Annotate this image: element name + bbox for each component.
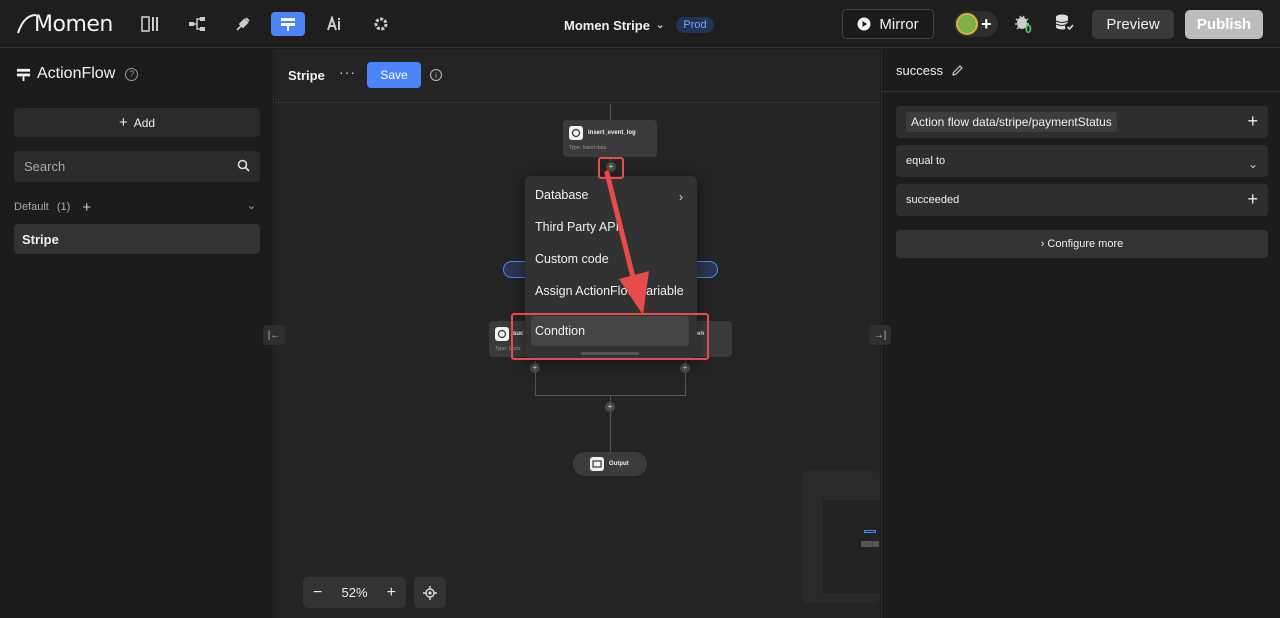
momen-logo[interactable]: Momen xyxy=(16,10,113,38)
operator-value: equal to xyxy=(906,155,946,167)
help-icon[interactable]: ? xyxy=(125,67,139,81)
minimap-node xyxy=(861,541,879,547)
publish-button[interactable]: Publish xyxy=(1185,10,1263,39)
operator-select[interactable]: equal to ⌄ xyxy=(896,145,1268,177)
play-icon xyxy=(857,17,871,31)
env-badge[interactable]: Prod xyxy=(676,17,714,33)
group-default[interactable]: Default (1) + ⌄ xyxy=(14,199,260,216)
flow-title: Stripe xyxy=(288,68,325,83)
sidebar-item-stripe[interactable]: Stripe xyxy=(14,224,260,254)
annotation-arrow-icon xyxy=(604,170,649,315)
collaborators[interactable]: + xyxy=(954,11,998,37)
node-logic-icon xyxy=(569,126,583,140)
add-collaborator-icon[interactable]: + xyxy=(981,13,992,35)
database-status-icon[interactable] xyxy=(1054,13,1076,38)
collapse-right-panel-icon[interactable]: →| xyxy=(869,325,891,345)
sidebar-item-label: Stripe xyxy=(22,231,59,247)
project-name: Momen Stripe xyxy=(564,17,650,33)
recenter-icon[interactable] xyxy=(414,577,446,608)
search-placeholder: Search xyxy=(24,159,66,174)
add-label: Add xyxy=(133,115,156,130)
group-label: Default xyxy=(14,201,49,213)
node-insert-event-log[interactable]: insert_event_log Type: Insert data xyxy=(563,120,657,157)
plug-icon[interactable] xyxy=(226,12,260,36)
sidebar-title: ActionFlow ? xyxy=(16,65,139,83)
mirror-label: Mirror xyxy=(879,15,919,33)
node-logic-icon xyxy=(495,327,509,341)
plus-icon: + xyxy=(118,114,128,131)
chevron-right-icon: › xyxy=(679,190,683,204)
actionflow-sidebar: ActionFlow ? + Add Search Default (1) + … xyxy=(0,49,274,618)
sidebar-title-text: ActionFlow xyxy=(37,65,116,82)
condition-source-field[interactable]: Action flow data/stripe/paymentStatus + xyxy=(896,106,1268,138)
add-group-item-icon[interactable]: + xyxy=(82,199,91,216)
preview-button[interactable]: Preview xyxy=(1092,10,1174,39)
info-icon[interactable]: i xyxy=(430,69,442,81)
node-output[interactable]: Output xyxy=(573,452,647,476)
node-type: Type: Insert data xyxy=(569,145,607,151)
plus-icon[interactable]: + xyxy=(1247,189,1258,209)
more-options-icon[interactable]: ··· xyxy=(339,64,356,80)
layout-icon[interactable] xyxy=(133,12,167,36)
minimap[interactable] xyxy=(802,471,880,603)
source-chip[interactable]: Action flow data/stripe/paymentStatus xyxy=(906,112,1117,132)
tree-icon[interactable] xyxy=(180,12,214,36)
actionflow-icon xyxy=(16,68,31,81)
zoom-value: 52% xyxy=(341,585,368,600)
edit-pencil-icon[interactable] xyxy=(951,64,964,77)
top-bar: Momen Momen Stripe ⌄ Prod Mirror + 0 Pre… xyxy=(0,0,1280,48)
add-actionflow-button[interactable]: + Add xyxy=(14,108,260,137)
add-node-plus[interactable]: + xyxy=(530,363,540,373)
panel-title-text: success xyxy=(896,63,943,78)
avatar[interactable] xyxy=(956,13,978,35)
zoom-control: − 52% + xyxy=(303,577,406,608)
canvas-header: Stripe ··· Save i xyxy=(275,49,880,103)
collapse-icon[interactable]: ⌄ xyxy=(247,199,256,212)
zoom-in-icon[interactable]: + xyxy=(387,584,396,602)
chevron-down-icon: ⌄ xyxy=(655,19,665,31)
node-name: Output xyxy=(609,461,629,467)
bug-count: 0 xyxy=(1025,22,1032,36)
mirror-button[interactable]: Mirror xyxy=(842,9,934,39)
plus-icon[interactable]: + xyxy=(1247,111,1258,131)
actionflow-icon[interactable] xyxy=(271,12,305,36)
project-selector[interactable]: Momen Stripe ⌄ Prod xyxy=(564,17,714,33)
ai-icon[interactable] xyxy=(318,12,352,36)
search-input[interactable]: Search xyxy=(14,151,260,182)
condition-config-panel: success Action flow data/stripe/paymentS… xyxy=(881,49,1280,618)
panel-title: success xyxy=(896,63,964,78)
collapse-left-panel-icon[interactable]: |← xyxy=(263,325,285,345)
zoom-out-icon[interactable]: − xyxy=(313,584,322,602)
connector-line xyxy=(610,104,611,120)
output-icon xyxy=(590,457,604,471)
flow-canvas[interactable]: Stripe ··· Save i insert_event_log Type:… xyxy=(275,49,880,618)
highlight-condition-box xyxy=(511,313,709,360)
compare-value: succeeded xyxy=(906,194,960,206)
configure-more-label: Configure more xyxy=(1047,238,1124,250)
node-name: insert_event_log xyxy=(588,130,636,136)
chevron-down-icon: ⌄ xyxy=(1247,157,1258,171)
menu-item-database[interactable]: Database xyxy=(535,188,589,202)
search-icon[interactable] xyxy=(237,159,250,172)
minimap-viewport[interactable] xyxy=(823,500,880,593)
chevron-right-icon: › xyxy=(1040,238,1045,250)
group-count: (1) xyxy=(56,201,71,213)
logo-text: Momen xyxy=(34,11,113,37)
compare-value-field[interactable]: succeeded + xyxy=(896,184,1268,216)
add-node-plus[interactable]: + xyxy=(680,363,690,373)
add-node-plus[interactable]: + xyxy=(605,402,615,412)
divider xyxy=(882,91,1280,92)
save-button[interactable]: Save xyxy=(367,62,421,88)
gear-icon[interactable] xyxy=(364,12,398,36)
minimap-node xyxy=(864,530,876,533)
configure-more-button[interactable]: › Configure more xyxy=(896,230,1268,258)
